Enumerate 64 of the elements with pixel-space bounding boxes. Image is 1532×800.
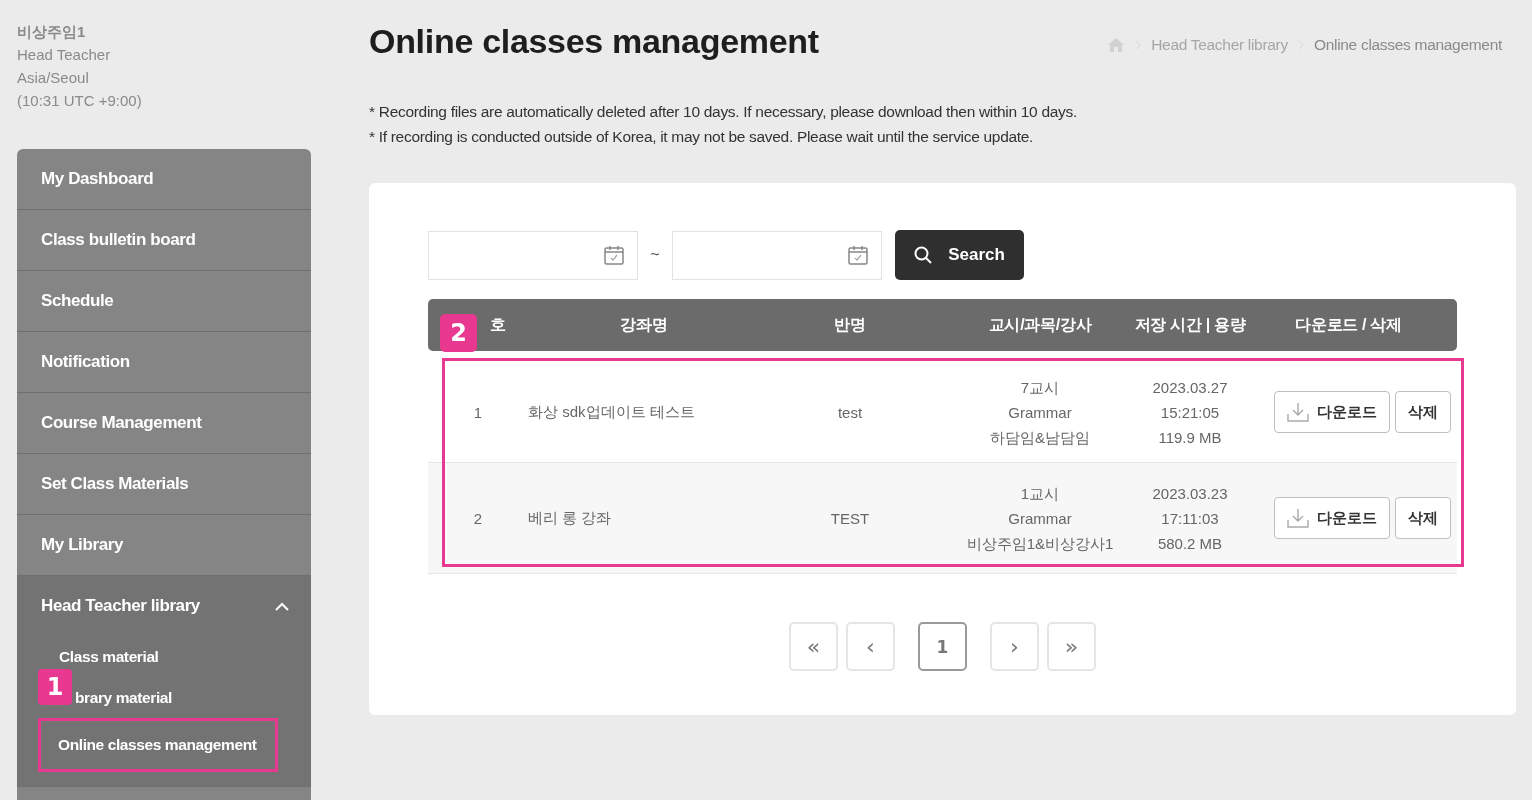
sidebar-item[interactable]: Course Management: [17, 393, 311, 454]
table-cell-text: 7교시: [1020, 377, 1060, 398]
table-cell-text: 2023.03.23: [1152, 483, 1228, 504]
page-button[interactable]: 1: [918, 622, 967, 671]
user-name: 비상주임1: [17, 22, 87, 42]
step-badge: 1: [38, 669, 72, 705]
sidebar-item[interactable]: Schedule: [17, 271, 311, 332]
table-cell-text: Grammar: [1008, 508, 1072, 529]
download-button[interactable]: 다운로드: [1274, 391, 1390, 433]
step-badge: 2: [440, 314, 477, 352]
date-field[interactable]: [428, 230, 638, 280]
table-cell-text: 119.9 MB: [1158, 427, 1222, 448]
sidebar-item[interactable]: Notification: [17, 332, 311, 393]
sidebar-item[interactable]: Class bulletin board: [17, 210, 311, 271]
user-time: (10:31 UTC +9:00): [17, 91, 143, 111]
table-cell-text: 2: [472, 509, 484, 527]
table-cell-text: 베리 롱 강좌: [528, 508, 613, 528]
sidebar-item[interactable]: My Dashboard: [17, 149, 311, 210]
table-cell-text: 비상주임1&비상강사1: [966, 533, 1114, 554]
first-page-button[interactable]: «: [789, 622, 838, 671]
table-cell-text: TEST: [829, 509, 871, 527]
column-header: 호: [490, 314, 506, 335]
table-cell-text: 1: [472, 403, 484, 421]
table-cell-text: 17:11:03: [1161, 508, 1219, 529]
date-field[interactable]: [672, 230, 882, 280]
calendar-icon[interactable]: [847, 244, 869, 266]
notice-text: * Recording files are automatically deleted after 10 days. If necessary, please download then within 10 days.: [369, 102, 1078, 122]
breadcrumb-link[interactable]: Online classes management: [1313, 35, 1502, 54]
submenu-item[interactable]: Online classes management: [58, 736, 257, 754]
download-icon: [1287, 402, 1309, 422]
calendar-icon[interactable]: [603, 244, 625, 266]
table-cell-text: test: [836, 403, 864, 421]
sidebar-item[interactable]: Set Class Materials: [17, 454, 311, 515]
table-cell-text: 하담임&남담임: [990, 427, 1090, 448]
table-cell-text: 15:21:05: [1160, 402, 1220, 423]
download-icon: [1287, 508, 1309, 528]
notice-text: * If recording is conducted outside of Korea, it may not be saved. Please wait until the service update.: [369, 127, 1035, 147]
column-header: 교시/과목/강사: [988, 314, 1092, 335]
previous-page-button[interactable]: ‹: [846, 622, 895, 671]
page-title: Online classes management: [369, 22, 819, 61]
column-header: 다운로드 / 삭제: [1295, 314, 1402, 335]
column-header: 반명: [834, 314, 866, 335]
last-page-button[interactable]: »: [1047, 622, 1096, 671]
sidebar-item[interactable]: Head Teacher library: [17, 576, 311, 636]
search-icon: [914, 246, 933, 264]
table-cell-text: 1교시: [1020, 483, 1060, 504]
delete-button[interactable]: 삭제: [1395, 391, 1451, 433]
range-separator: ~: [649, 246, 661, 264]
table-cell-text: Grammar: [1008, 402, 1072, 423]
search-button[interactable]: Search: [895, 230, 1024, 280]
download-button[interactable]: 다운로드: [1274, 497, 1390, 539]
user-timezone: Asia/Seoul: [17, 68, 90, 88]
column-header: 강좌명: [620, 314, 668, 335]
user-role: Head Teacher: [17, 45, 112, 65]
chevron-up-icon: [275, 601, 289, 611]
table-cell-text: 2023.03.27: [1152, 377, 1228, 398]
submenu-item[interactable]: Class material: [59, 647, 159, 666]
next-page-button[interactable]: ›: [990, 622, 1039, 671]
home-icon[interactable]: [1107, 36, 1126, 53]
table-cell-text: 화상 sdk업데이트 테스트: [528, 402, 696, 422]
table-cell-text: 580.2 MB: [1157, 533, 1223, 554]
delete-button[interactable]: 삭제: [1395, 497, 1451, 539]
column-header: 저장 시간 | 용량: [1134, 314, 1246, 335]
submenu-item[interactable]: brary material: [75, 688, 172, 707]
